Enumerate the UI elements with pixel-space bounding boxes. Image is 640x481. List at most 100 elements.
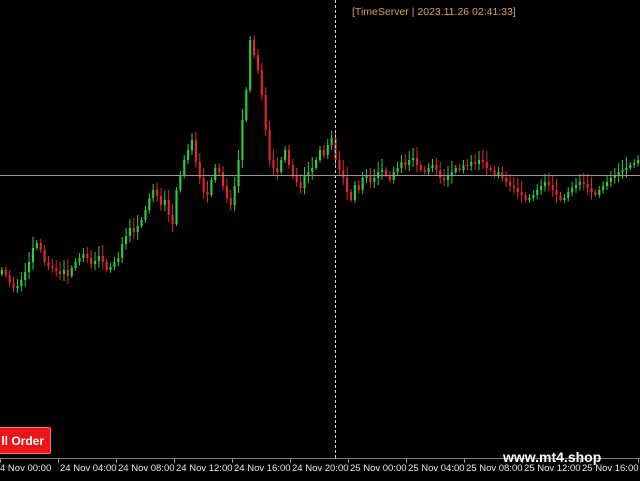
candle-body xyxy=(167,200,170,215)
candle xyxy=(86,247,89,263)
candle xyxy=(144,206,147,223)
candle-body xyxy=(136,226,139,232)
candle xyxy=(470,155,473,171)
candle-body xyxy=(415,158,419,165)
candle-body xyxy=(586,184,589,188)
candle-body xyxy=(249,40,252,90)
candle xyxy=(121,237,124,263)
candle-body xyxy=(194,140,197,162)
candle-body xyxy=(598,190,601,195)
candle xyxy=(505,171,508,187)
axis-tick xyxy=(116,459,117,463)
candle-body xyxy=(43,250,46,262)
candle xyxy=(109,263,112,273)
candle-body xyxy=(524,195,527,200)
candle-body xyxy=(86,254,89,258)
candle xyxy=(299,174,302,194)
candle xyxy=(12,277,15,293)
candle xyxy=(377,162,380,185)
axis-label: 25 Nov 04:00 xyxy=(408,463,465,474)
candle xyxy=(284,146,287,163)
candle-body xyxy=(633,163,636,165)
candle xyxy=(241,109,244,168)
candle-body xyxy=(380,170,384,172)
candle xyxy=(24,263,27,287)
candle-body xyxy=(543,182,547,186)
candle xyxy=(380,159,384,180)
candle xyxy=(563,194,566,203)
candle xyxy=(152,184,155,203)
candle xyxy=(28,252,31,279)
candle-body xyxy=(124,236,128,244)
candle-body xyxy=(346,178,349,192)
candle xyxy=(408,151,411,172)
candle-body xyxy=(214,168,217,180)
candle xyxy=(194,132,197,168)
candle-body xyxy=(117,258,120,262)
candle xyxy=(489,165,492,173)
candle-body xyxy=(51,266,54,268)
candle xyxy=(636,155,640,167)
candle-body xyxy=(578,182,581,185)
candle xyxy=(295,168,298,187)
candle xyxy=(163,191,166,212)
candle xyxy=(439,162,442,184)
candle-body xyxy=(454,168,457,172)
candle-body xyxy=(559,195,562,200)
candle-body xyxy=(284,150,287,160)
sell-order-button[interactable]: ll Order xyxy=(0,427,51,454)
candle xyxy=(311,157,314,180)
candle-body xyxy=(408,160,411,165)
candle-body xyxy=(187,150,190,160)
candle xyxy=(512,177,516,195)
candle xyxy=(322,145,325,159)
candle xyxy=(555,179,558,203)
candle xyxy=(543,174,547,192)
candle xyxy=(330,131,333,150)
candle xyxy=(167,190,170,222)
candle xyxy=(229,190,232,211)
candle-body xyxy=(210,180,213,195)
candle-body xyxy=(159,196,163,205)
candle-body xyxy=(66,270,69,276)
candle-body xyxy=(609,178,612,182)
candle-body xyxy=(295,175,298,182)
axis-label: 24 Nov 12:00 xyxy=(176,463,233,474)
candle-body xyxy=(516,188,519,192)
candle-body xyxy=(400,162,403,168)
candle-body xyxy=(462,165,465,170)
candle xyxy=(287,145,291,169)
candle-body xyxy=(508,182,512,186)
candle xyxy=(609,171,612,187)
candle xyxy=(571,182,574,197)
candle-body xyxy=(260,70,263,95)
candle-body xyxy=(353,185,356,200)
candle xyxy=(353,181,356,203)
candle-body xyxy=(113,262,116,267)
candle xyxy=(31,237,35,270)
candle-body xyxy=(439,170,442,178)
candle-body xyxy=(233,186,236,205)
candle-body xyxy=(636,160,640,163)
candle xyxy=(446,166,450,187)
candle-body xyxy=(12,283,15,288)
candle xyxy=(342,160,345,185)
candle-body xyxy=(28,262,31,272)
candle-body xyxy=(272,160,275,168)
candle xyxy=(617,163,620,183)
chart-area[interactable]: [TimeServer | 2023.11.26 02:41:33] ll Or… xyxy=(0,0,640,458)
candle xyxy=(210,177,213,198)
candle-body xyxy=(551,185,554,190)
candle-body xyxy=(365,176,368,178)
axis-label: 4 Nov 00:00 xyxy=(0,463,52,474)
candle-body xyxy=(280,160,283,172)
candle-body xyxy=(342,170,345,178)
candle-body xyxy=(330,138,333,145)
candle-body xyxy=(74,262,77,268)
candle-body xyxy=(357,185,360,190)
candle xyxy=(249,36,252,93)
candle-body xyxy=(31,248,35,262)
candle-body xyxy=(93,261,97,264)
candle-body xyxy=(446,176,450,180)
candle-body xyxy=(520,192,523,195)
